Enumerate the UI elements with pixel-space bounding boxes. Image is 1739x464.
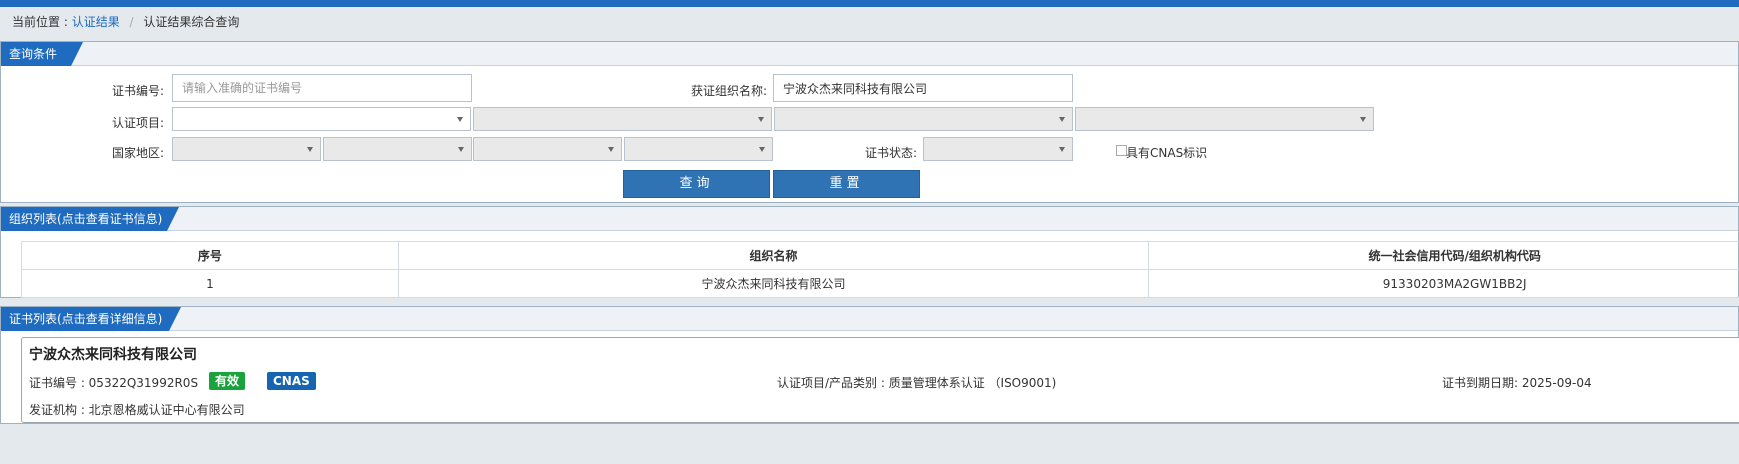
column-header-credit-code: 统一社会信用代码/组织机构代码 (1148, 241, 1739, 270)
cert-list-panel-header: 证书列表(点击查看详细信息) (1, 307, 1738, 331)
breadcrumb-separator: / (129, 15, 134, 29)
chevron-down-icon (608, 147, 614, 152)
cert-item: 认证项目/产品类别 : 质量管理体系认证 （ISO9001) (777, 376, 1057, 390)
region-select-4[interactable] (624, 137, 773, 161)
table-cell-credit-code: 91330203MA2GW1BB2J (1148, 269, 1739, 298)
query-panel-header: 查询条件 (1, 42, 1738, 66)
cert-item-select-4[interactable] (1075, 107, 1374, 131)
search-button[interactable]: 查询 (623, 170, 770, 198)
chevron-down-icon (758, 117, 764, 122)
cert-issuer: 发证机构 : 北京恩格威认证中心有限公司 (29, 403, 245, 417)
cert-item-select-1[interactable] (172, 107, 471, 131)
region-select-3[interactable] (473, 137, 622, 161)
chevron-down-icon (759, 147, 765, 152)
region-label: 国家地区: (112, 146, 165, 160)
region-select-1[interactable] (172, 137, 321, 161)
cert-number: 证书编号 : 05322Q31992R0S (29, 376, 199, 390)
chevron-down-icon (1059, 117, 1065, 122)
chevron-down-icon (458, 147, 464, 152)
cert-card[interactable]: 宁波众杰来同科技有限公司 证书编号 : 05322Q31992R0S 有效 CN… (21, 337, 1739, 423)
status-badge: 有效 (209, 372, 246, 390)
cert-list-panel-title: 证书列表(点击查看详细信息) (1, 307, 181, 331)
org-name-input[interactable] (773, 74, 1073, 102)
cert-item-select-3[interactable] (774, 107, 1073, 131)
org-name-label: 获证组织名称: (691, 84, 768, 98)
cert-item-label: 认证项目: (112, 116, 165, 130)
reset-button[interactable]: 重置 (773, 170, 920, 198)
chevron-down-icon (1059, 147, 1065, 152)
org-list-panel-title: 组织列表(点击查看证书信息) (1, 207, 179, 231)
cert-status-select[interactable] (923, 137, 1073, 161)
cert-company-name: 宁波众杰来同科技有限公司 (29, 347, 197, 363)
cert-expiry: 证书到期日期: 2025-09-04 (1442, 376, 1592, 390)
cert-list-panel: 证书列表(点击查看详细信息) 宁波众杰来同科技有限公司 证书编号 : 05322… (0, 306, 1739, 424)
org-table: 序号 组织名称 统一社会信用代码/组织机构代码 1 宁波众杰来同科技有限公司 9… (21, 241, 1739, 298)
table-cell-index: 1 (21, 269, 399, 298)
table-cell-org-name[interactable]: 宁波众杰来同科技有限公司 (397, 269, 1150, 298)
cert-status-label: 证书状态: (865, 146, 918, 160)
breadcrumb-prefix: 当前位置 : (12, 15, 68, 29)
query-panel-title: 查询条件 (1, 42, 83, 66)
org-list-panel-header: 组织列表(点击查看证书信息) (1, 207, 1738, 231)
cnas-checkbox-label: 具有CNAS标识 (1126, 146, 1208, 160)
column-header-index: 序号 (21, 241, 399, 270)
chevron-down-icon (307, 147, 313, 152)
chevron-down-icon (457, 117, 463, 122)
column-header-org-name: 组织名称 (397, 241, 1150, 270)
region-select-2[interactable] (323, 137, 472, 161)
cert-item-select-2[interactable] (473, 107, 772, 131)
cert-no-label: 证书编号: (112, 84, 165, 98)
top-bar (0, 0, 1739, 7)
breadcrumb-link-result[interactable]: 认证结果 (72, 15, 120, 29)
table-row[interactable]: 1 宁波众杰来同科技有限公司 91330203MA2GW1BB2J (21, 269, 1739, 298)
cnas-badge: CNAS (267, 372, 316, 390)
org-list-panel: 组织列表(点击查看证书信息) 序号 组织名称 统一社会信用代码/组织机构代码 1… (0, 206, 1739, 298)
breadcrumb-current: 认证结果综合查询 (143, 15, 240, 29)
table-header-row: 序号 组织名称 统一社会信用代码/组织机构代码 (21, 241, 1739, 270)
chevron-down-icon (1360, 117, 1366, 122)
cert-no-input[interactable] (172, 74, 472, 102)
query-panel: 查询条件 证书编号: 获证组织名称: 认证项目: 国家地区: 证书状态: 具有C… (0, 41, 1739, 203)
breadcrumb: 当前位置 : 认证结果 / 认证结果综合查询 (12, 13, 239, 30)
